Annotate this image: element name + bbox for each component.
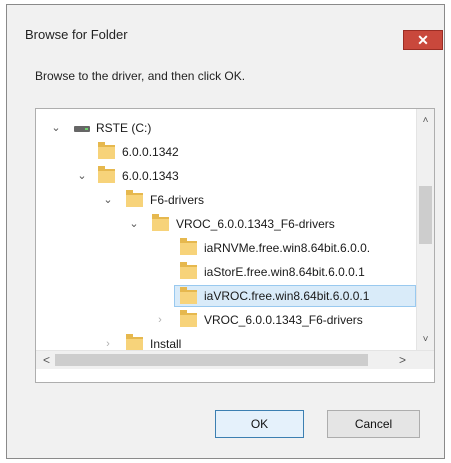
scroll-left-arrow-icon[interactable]: < [38, 351, 55, 369]
drive-icon [74, 126, 90, 132]
folder-icon [180, 310, 197, 327]
folder-icon [126, 190, 143, 207]
cancel-button[interactable]: Cancel [327, 410, 420, 438]
tree-item-label: iaStorE.free.win8.64bit.6.0.0.1 [204, 265, 365, 279]
chevron-down-icon[interactable]: ⌄ [76, 165, 88, 187]
chevron-right-icon[interactable]: › [154, 309, 166, 331]
close-icon: ✕ [417, 32, 429, 48]
tree-item-label: 6.0.0.1343 [122, 169, 179, 183]
tree-item-6-0-0-1343[interactable]: ⌄ 6.0.0.1343 [36, 165, 416, 187]
tree-item-f6-drivers[interactable]: ⌄ F6-drivers [36, 189, 416, 211]
scroll-right-arrow-icon[interactable]: > [394, 351, 411, 369]
tree-item-iarnvme[interactable]: iaRNVMe.free.win8.64bit.6.0.0. [36, 237, 416, 259]
chevron-down-icon[interactable]: ⌄ [50, 117, 62, 139]
tree-item-vroc-expanded[interactable]: ⌄ VROC_6.0.0.1343_F6-drivers [36, 213, 416, 235]
tree-item-vroc-collapsed[interactable]: › VROC_6.0.0.1343_F6-drivers [36, 309, 416, 331]
browse-for-folder-dialog: Browse for Folder ✕ Browse to the driver… [6, 4, 445, 459]
tree-item-label: 6.0.0.1342 [122, 145, 179, 159]
scroll-up-arrow-icon[interactable]: ˄ [417, 112, 434, 129]
tree-item-label: iaRNVMe.free.win8.64bit.6.0.0. [204, 241, 371, 255]
horizontal-scroll-thumb[interactable] [55, 354, 368, 366]
ok-button[interactable]: OK [215, 410, 304, 438]
folder-icon [152, 214, 169, 231]
tree-item-iavroc[interactable]: iaVROC.free.win8.64bit.6.0.0.1 [174, 285, 416, 307]
tree-item-iastore[interactable]: iaStorE.free.win8.64bit.6.0.0.1 [36, 261, 416, 283]
close-button[interactable]: ✕ [403, 30, 443, 50]
tree-item-label: VROC_6.0.0.1343_F6-drivers [176, 217, 335, 231]
folder-icon [98, 142, 115, 159]
horizontal-scrollbar[interactable]: < > [36, 350, 434, 369]
folder-tree[interactable]: ⌄ RSTE (C:) 6.0.0.1342 ⌄ 6.0.0.1343 ⌄ F6… [35, 108, 435, 383]
tree-item-label: iaVROC.free.win8.64bit.6.0.0.1 [204, 289, 370, 303]
vertical-scrollbar[interactable]: ˄ ˅ [416, 109, 434, 350]
folder-icon [180, 262, 197, 279]
tree-item-label: RSTE (C:) [96, 121, 152, 135]
instructions-text: Browse to the driver, and then click OK. [35, 69, 246, 83]
folder-icon [126, 334, 143, 351]
chevron-down-icon[interactable]: ⌄ [128, 213, 140, 235]
title-bar[interactable]: Browse for Folder ✕ [7, 5, 444, 61]
chevron-down-icon[interactable]: ⌄ [102, 189, 114, 211]
tree-item-6-0-0-1342[interactable]: 6.0.0.1342 [36, 141, 416, 163]
scroll-down-arrow-icon[interactable]: ˅ [417, 331, 434, 348]
window-title: Browse for Folder [25, 27, 128, 42]
vertical-scroll-thumb[interactable] [419, 186, 432, 244]
folder-icon [180, 238, 197, 255]
tree-item-label: F6-drivers [150, 193, 205, 207]
tree-item-drive[interactable]: ⌄ RSTE (C:) [36, 117, 416, 139]
folder-icon [98, 166, 115, 183]
tree-item-label: VROC_6.0.0.1343_F6-drivers [204, 313, 363, 327]
folder-icon [180, 287, 197, 304]
